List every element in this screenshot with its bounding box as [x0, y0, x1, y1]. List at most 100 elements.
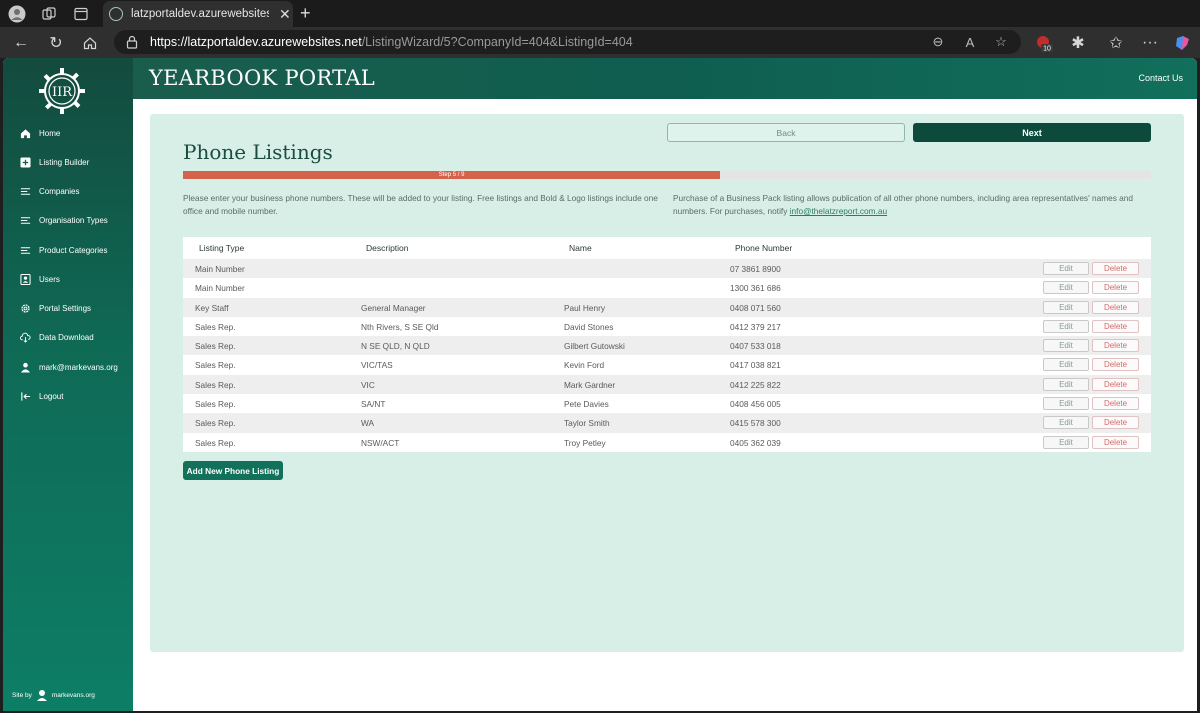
sidebar-item-product-categories[interactable]: Product Categories — [19, 241, 107, 259]
extension-badge-icon[interactable]: 10 — [1034, 33, 1054, 53]
cell-name: Pete Davies — [564, 399, 609, 410]
table-row: Key Staff General Manager Paul Henry 0408 0… — [183, 297, 1151, 317]
cell-listing-type: Sales Rep. — [195, 321, 236, 332]
back-arrow-icon[interactable]: ← — [11, 33, 31, 53]
col-header-description: Description — [366, 243, 409, 253]
sidebar-item-users[interactable]: Users — [19, 270, 60, 288]
cell-listing-type: Sales Rep. — [195, 399, 236, 410]
copilot-icon[interactable] — [1172, 33, 1192, 53]
new-tab-icon[interactable]: + — [300, 3, 311, 24]
refresh-icon[interactable]: ↻ — [46, 33, 66, 53]
info-email-link[interactable]: info@thelatzreport.com.au — [790, 206, 887, 216]
credit-link[interactable]: markevans.org — [52, 692, 95, 699]
tab-title: latzportaldev.azurewebsites.net/L — [131, 8, 269, 20]
cell-description: Nth Rivers, S SE Qld — [361, 321, 439, 332]
sidebar-item-label: Home — [39, 128, 61, 138]
edit-button[interactable]: Edit — [1043, 358, 1089, 372]
zoom-icon[interactable]: ⊖ — [930, 34, 946, 50]
more-menu-icon[interactable]: ··· — [1140, 33, 1160, 53]
table-row: Sales Rep. VIC/TAS Kevin Ford 0417 038 821 E… — [183, 355, 1151, 375]
cell-phone: 0415 578 300 — [730, 418, 781, 429]
edit-button[interactable]: Edit — [1043, 397, 1089, 411]
list-icon — [19, 244, 31, 256]
close-tab-icon[interactable]: ✕ — [279, 6, 291, 23]
edit-button[interactable]: Edit — [1043, 435, 1089, 449]
next-button[interactable]: Next — [913, 123, 1151, 142]
brand-title: YEARBOOK PORTAL — [149, 66, 376, 90]
user-card-icon — [19, 273, 31, 285]
sidebar-item-logout[interactable]: Logout — [19, 387, 63, 405]
sidebar-item-organisation-types[interactable]: Organisation Types — [19, 211, 108, 229]
cell-phone: 0408 456 005 — [730, 399, 781, 410]
delete-button[interactable]: Delete — [1092, 435, 1139, 449]
intro-right-text: Purchase of a Business Pack listing allo… — [673, 193, 1134, 216]
delete-button[interactable]: Delete — [1092, 300, 1139, 314]
favorite-star-icon[interactable]: ☆ — [993, 34, 1009, 50]
cell-listing-type: Sales Rep. — [195, 360, 236, 371]
edit-button[interactable]: Edit — [1043, 416, 1089, 430]
favorites-icon[interactable]: ✩ — [1106, 33, 1126, 53]
cell-name: Mark Gardner — [564, 379, 616, 390]
sidebar-item-companies[interactable]: Companies — [19, 182, 79, 200]
edit-button[interactable]: Edit — [1043, 262, 1089, 275]
list-icon — [19, 185, 31, 197]
url-text[interactable]: https://latzportaldev.azurewebsites.net/… — [150, 35, 633, 49]
edit-button[interactable]: Edit — [1043, 377, 1089, 391]
cell-phone: 07 3861 8900 — [730, 264, 781, 274]
sidebar-item-mark-markevans-org[interactable]: mark@markevans.org — [19, 358, 118, 376]
edit-button[interactable]: Edit — [1043, 339, 1089, 353]
edit-button[interactable]: Edit — [1043, 319, 1089, 333]
extensions-puzzle-icon[interactable]: ✱ — [1068, 33, 1088, 53]
sidebar-item-data-download[interactable]: Data Download — [19, 328, 94, 346]
browser-tab-active[interactable]: latzportaldev.azurewebsites.net/L ✕ — [103, 1, 293, 27]
edit-button[interactable]: Edit — [1043, 300, 1089, 314]
cell-name: David Stones — [564, 321, 614, 332]
sidebar-item-portal-settings[interactable]: Portal Settings — [19, 299, 91, 317]
step-label: Step 5 / 9 — [438, 172, 465, 178]
cell-name: Gilbert Gutowski — [564, 341, 625, 352]
add-phone-listing-button[interactable]: Add New Phone Listing — [183, 461, 283, 480]
delete-button[interactable]: Delete — [1092, 319, 1139, 333]
delete-button[interactable]: Delete — [1092, 262, 1139, 275]
read-aloud-icon[interactable]: A — [962, 34, 978, 50]
credit-prefix: Site by — [12, 691, 32, 699]
delete-button[interactable]: Delete — [1092, 358, 1139, 372]
cell-phone: 0408 071 560 — [730, 302, 781, 313]
col-header-listing-type: Listing Type — [199, 243, 245, 253]
edit-button[interactable]: Edit — [1043, 281, 1089, 295]
step-progress-bar: Step 5 / 9 — [183, 171, 1151, 179]
profile-avatar-icon[interactable] — [8, 5, 26, 23]
browser-nav-bar: ← ↻ https://latzportaldev.azurewebsites.… — [0, 27, 1200, 58]
tab-actions-icon[interactable] — [72, 5, 90, 23]
gear-icon — [19, 302, 31, 314]
delete-button[interactable]: Delete — [1092, 281, 1139, 295]
col-header-name: Name — [569, 243, 592, 253]
cell-phone: 1300 361 686 — [730, 283, 781, 294]
sidebar-item-label: Product Categories — [39, 245, 108, 255]
table-row: Sales Rep. N SE QLD, N QLD Gilbert Gutowsk… — [183, 336, 1151, 356]
credit-avatar-icon — [36, 690, 47, 701]
cell-phone: 0412 379 217 — [730, 321, 781, 332]
address-bar[interactable]: https://latzportaldev.azurewebsites.net/… — [114, 30, 1021, 54]
home-browser-icon[interactable] — [80, 33, 100, 53]
delete-button[interactable]: Delete — [1092, 339, 1139, 353]
cell-description: WA — [361, 418, 375, 429]
workspaces-icon[interactable] — [40, 5, 58, 23]
cloud-download-icon — [19, 331, 31, 343]
sidebar-item-label: Organisation Types — [39, 215, 108, 225]
table-row: Sales Rep. NSW/ACT Troy Petley 0405 362 039… — [183, 432, 1151, 452]
sidebar-item-home[interactable]: Home — [19, 124, 60, 142]
lock-icon[interactable] — [126, 35, 138, 49]
sidebar: IIR Home Listing Builder Companies Organisa… — [3, 58, 133, 711]
contact-us-link[interactable]: Contact Us — [1138, 73, 1183, 83]
delete-button[interactable]: Delete — [1092, 377, 1139, 391]
table-row: Sales Rep. VIC Mark Gardner 0412 225 822 Edi… — [183, 374, 1151, 395]
cell-phone: 0405 362 039 — [730, 437, 781, 448]
back-button[interactable]: Back — [667, 123, 905, 142]
cell-name: Troy Petley — [564, 437, 606, 448]
sidebar-item-label: Logout — [39, 391, 64, 401]
delete-button[interactable]: Delete — [1092, 397, 1139, 411]
cell-listing-type: Sales Rep. — [195, 437, 236, 448]
delete-button[interactable]: Delete — [1092, 416, 1139, 430]
sidebar-item-listing-builder[interactable]: Listing Builder — [19, 153, 89, 171]
